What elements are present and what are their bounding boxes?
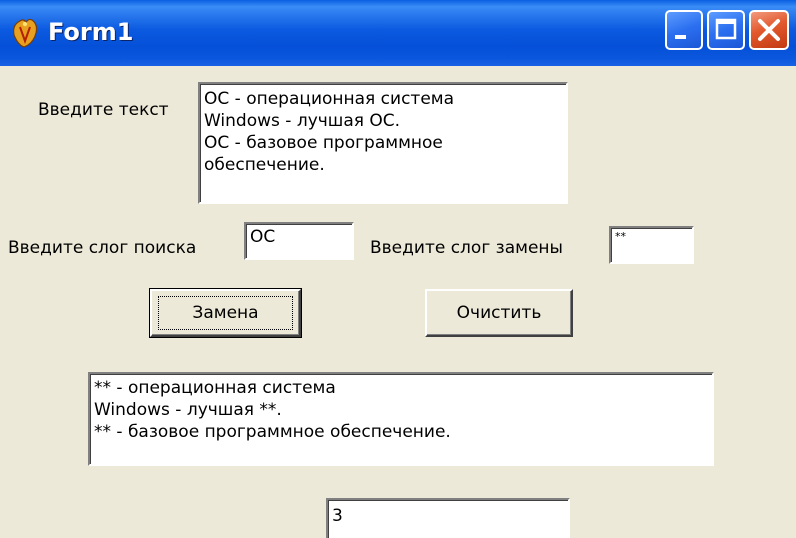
input-line: ОС - операционная система: [204, 89, 455, 109]
clear-button[interactable]: Очистить: [425, 289, 573, 337]
minimize-icon: [675, 35, 686, 39]
output-line: ** - операционная система: [94, 378, 336, 398]
search-syllable-value: ОС: [250, 227, 276, 247]
replace-syllable-input[interactable]: **: [609, 226, 694, 264]
minimize-button[interactable]: [665, 10, 703, 50]
replace-button[interactable]: Замена: [149, 288, 302, 338]
replace-syllable-value: **: [615, 230, 626, 243]
close-button[interactable]: [749, 10, 789, 50]
input-line: ОС - базовое программное: [204, 133, 443, 153]
output-line: Windows - лучшая **.: [94, 400, 282, 420]
replacement-count-value: 3: [332, 506, 343, 526]
search-syllable-label: Введите слог поиска: [8, 238, 197, 258]
input-text-label: Введите текст: [38, 100, 169, 120]
title-bar[interactable]: Form1: [0, 0, 796, 66]
form1-window: Form1 Введите текст ОС - операционная си…: [0, 0, 796, 538]
replace-syllable-label: Введите слог замены: [370, 238, 563, 258]
output-text-memo[interactable]: ** - операционная система Windows - лучш…: [88, 372, 714, 466]
search-syllable-input[interactable]: ОС: [244, 222, 354, 260]
output-line: ** - базовое программное обеспечение.: [94, 422, 451, 442]
maximize-button[interactable]: [707, 10, 745, 50]
close-icon: [758, 19, 780, 41]
input-line: обеспечение.: [204, 155, 325, 175]
input-line: Windows - лучшая ОС.: [204, 111, 401, 131]
replacement-count-field[interactable]: 3: [326, 498, 570, 538]
delphi-app-icon[interactable]: [10, 15, 40, 49]
clear-button-label: Очистить: [456, 303, 542, 323]
window-title: Form1: [48, 18, 134, 46]
maximize-icon: [715, 18, 737, 40]
replace-button-label: Замена: [192, 303, 259, 323]
input-text-memo[interactable]: ОС - операционная система Windows - лучш…: [198, 82, 568, 204]
